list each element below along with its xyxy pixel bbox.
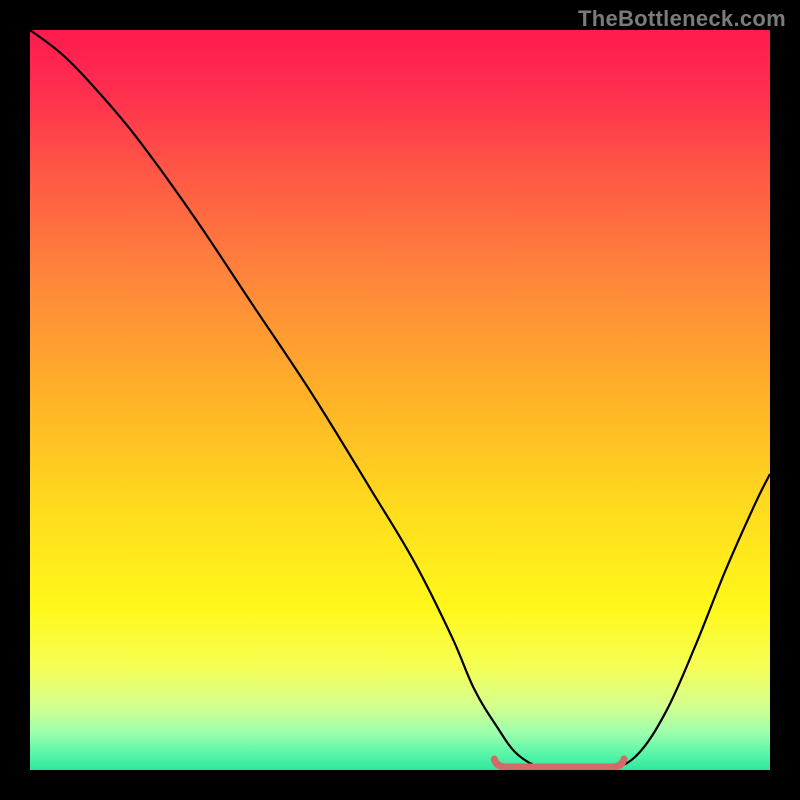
gradient-background	[30, 30, 770, 770]
watermark-text: TheBottleneck.com	[578, 6, 786, 32]
chart-stage: TheBottleneck.com	[0, 0, 800, 800]
plot-area	[30, 30, 770, 770]
plot-svg	[30, 30, 770, 770]
